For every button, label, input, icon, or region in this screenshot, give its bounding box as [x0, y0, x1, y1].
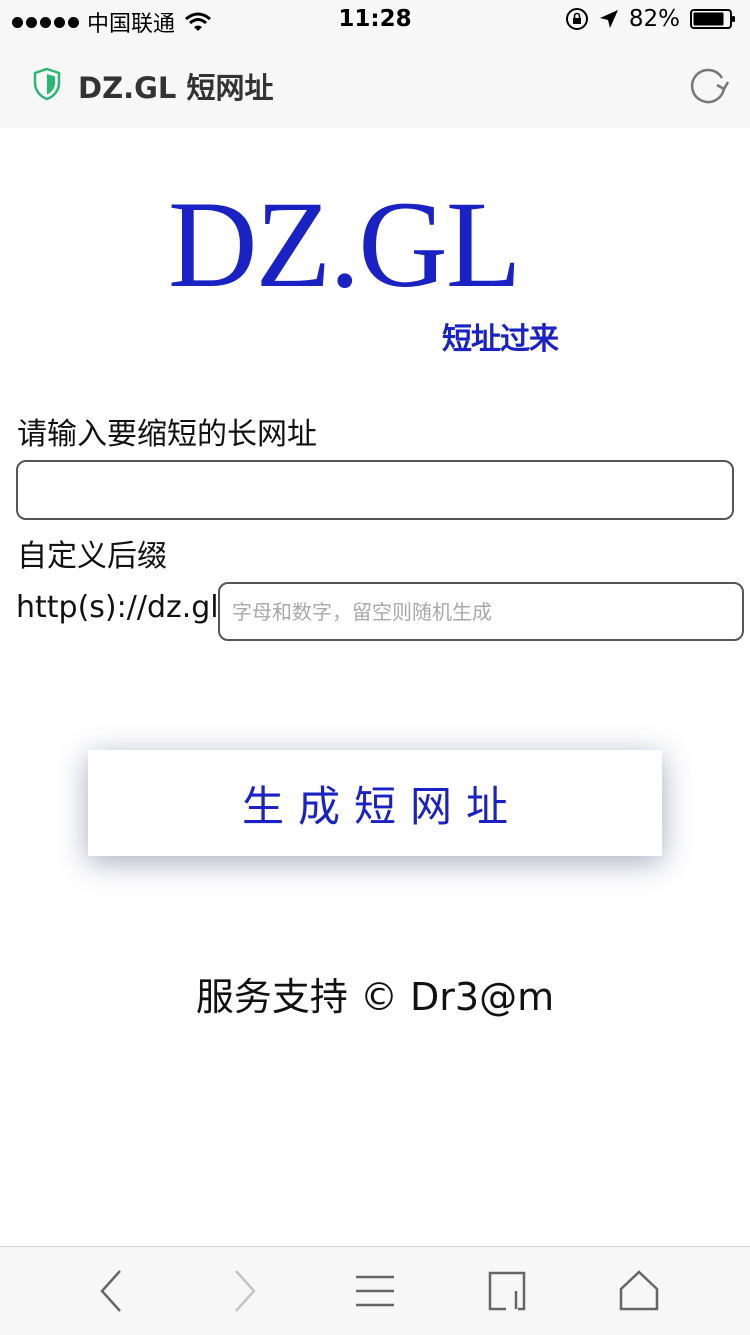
back-icon[interactable]	[88, 1267, 136, 1315]
browser-toolbar	[0, 1246, 750, 1335]
shield-icon	[33, 67, 61, 101]
footer-credit: 服务支持 © Dr3@m	[195, 975, 555, 1019]
status-right: 82%	[565, 6, 736, 32]
logo-text: DZ.GL	[168, 176, 522, 313]
tabs-icon[interactable]	[483, 1267, 531, 1315]
url-label: 请输入要缩短的长网址	[17, 417, 317, 452]
orientation-lock-icon	[565, 8, 588, 30]
generate-short-url-button[interactable]: 生成短网址	[88, 750, 662, 856]
battery-percent: 82%	[628, 6, 680, 32]
site-logo: DZ.GL 短址过来	[0, 128, 750, 368]
logo-tagline: 短址过来	[442, 322, 559, 357]
battery-icon	[690, 9, 735, 29]
home-icon[interactable]	[615, 1267, 663, 1315]
location-arrow-icon	[599, 10, 618, 28]
suffix-label: 自定义后缀	[17, 539, 167, 574]
long-url-input[interactable]	[16, 460, 734, 520]
menu-icon[interactable]	[351, 1267, 399, 1315]
browser-title-bar: DZ.GL 短网址	[0, 40, 750, 128]
forward-icon[interactable]	[220, 1267, 268, 1315]
site-title: DZ.GL 短网址	[78, 71, 274, 105]
url-prefix: http(s)://dz.gl/	[16, 590, 229, 625]
custom-suffix-input[interactable]	[218, 582, 744, 641]
refresh-icon[interactable]	[688, 64, 730, 106]
status-bar: 中国联通 11:28 82%	[0, 0, 750, 40]
